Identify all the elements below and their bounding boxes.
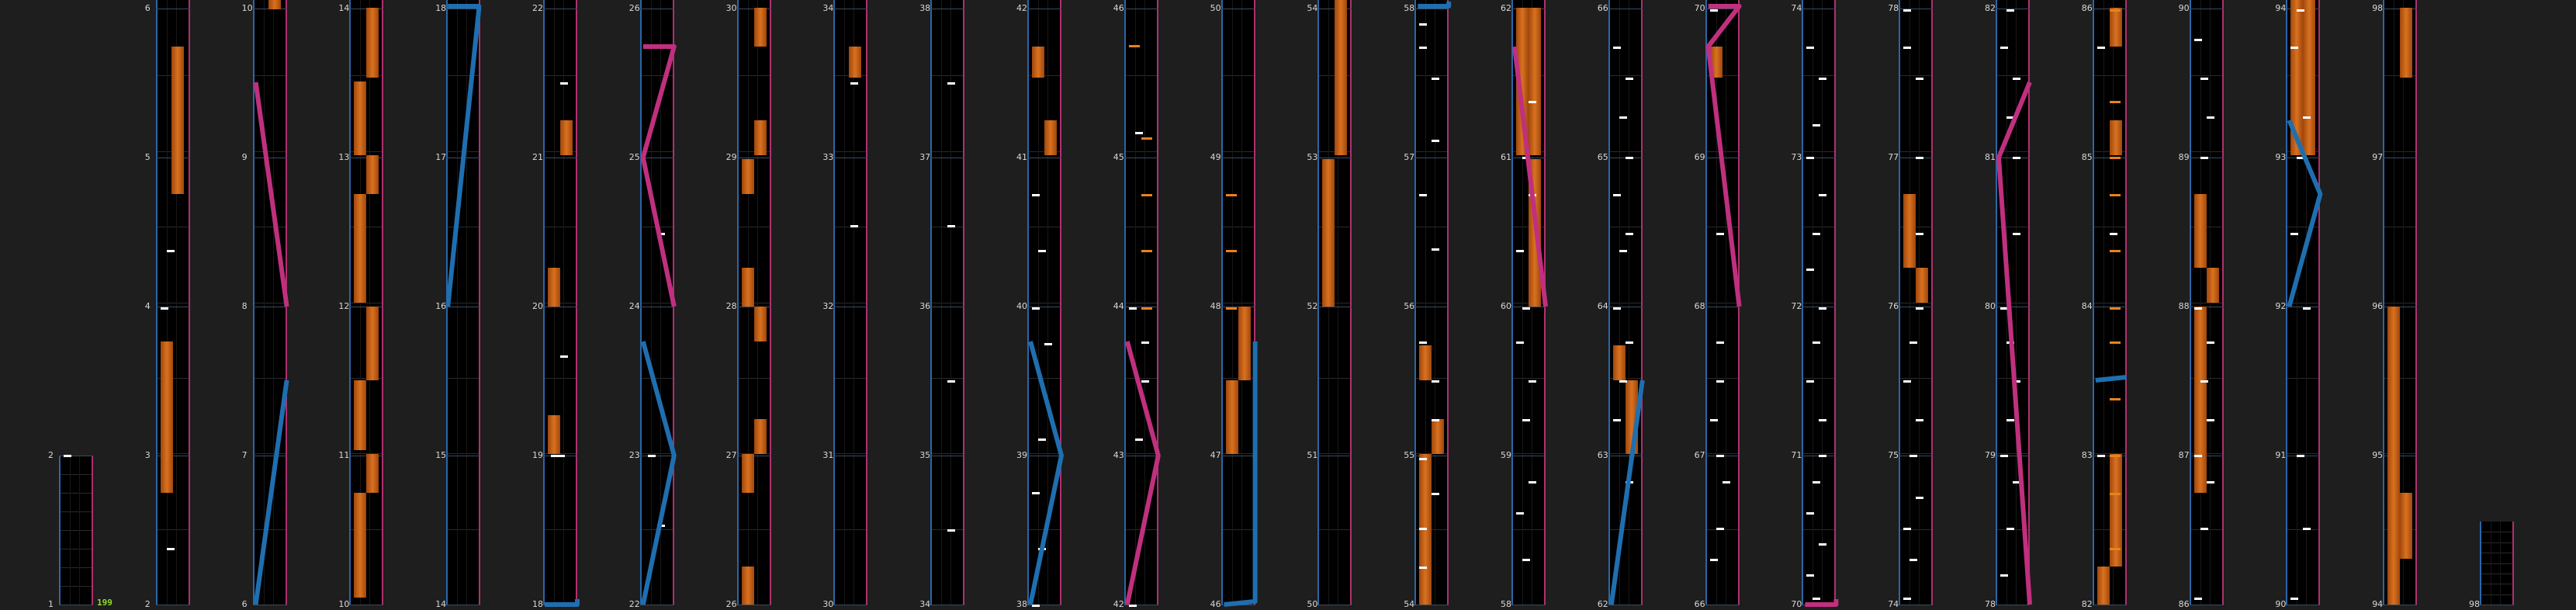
slide-note-pink	[1124, 341, 1161, 605]
slide-note-blue	[640, 341, 677, 605]
slide-note-pink	[253, 81, 289, 307]
slide-note-blue	[1028, 341, 1064, 605]
slide-note-blue	[2287, 119, 2323, 307]
slide-note-pink	[1805, 599, 1839, 607]
slide-note-blue	[253, 380, 289, 605]
slide-layer	[253, 2, 2323, 607]
slide-note-pink	[640, 44, 677, 307]
slide-note-blue	[1418, 2, 1452, 9]
slide-note-blue	[445, 4, 482, 307]
slide-note-pink	[1512, 46, 1548, 307]
slide-note-pink	[1996, 81, 2032, 605]
combo-counter: 199	[97, 598, 113, 608]
slide-note-blue	[545, 599, 580, 607]
slide-note-blue	[2095, 375, 2128, 383]
slide-note-blue	[1224, 341, 1258, 607]
slide-note-pink	[1705, 4, 1742, 307]
slide-note-blue	[1608, 380, 1645, 605]
chart-viewer: 1 2 2 3 4 5 6 6 7 8 9 10 10 11 12 13 14 14 15 16 17 18 18 19 20 2…	[0, 0, 2576, 610]
